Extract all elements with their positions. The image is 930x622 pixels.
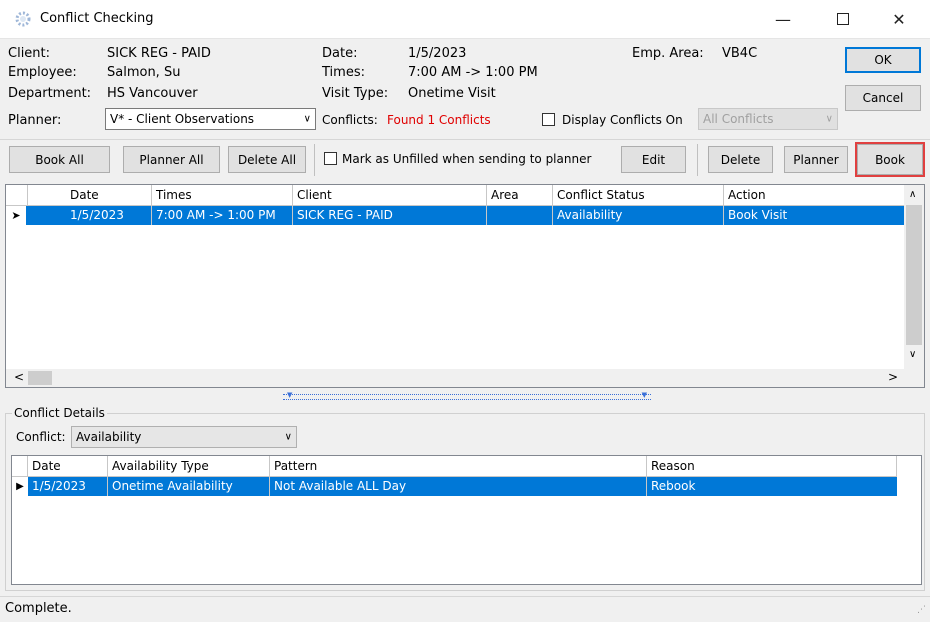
table-row[interactable]: 1/5/2023 7:00 AM -> 1:00 PM SICK REG - P… — [26, 206, 904, 225]
delete-all-button[interactable]: Delete All — [228, 146, 306, 173]
details-cell-reason: Rebook — [651, 479, 696, 493]
display-conflicts-label: Display Conflicts On — [562, 113, 683, 127]
scroll-right-icon[interactable]: > — [888, 370, 898, 384]
department-value: HS Vancouver — [107, 86, 198, 101]
minimize-icon: — — [775, 9, 791, 29]
details-grid-header: Date Availability Type Pattern Reason — [12, 456, 897, 477]
status-bar: Complete. ⋰ — [0, 596, 930, 622]
status-text: Complete. — [5, 601, 72, 616]
mark-unfilled-checkbox[interactable] — [324, 152, 337, 165]
scrollbar-thumb[interactable] — [906, 205, 922, 345]
book-button[interactable]: Book — [855, 142, 925, 177]
details-column-header-pattern[interactable]: Pattern — [270, 456, 647, 476]
minimize-button[interactable]: — — [760, 0, 806, 38]
splitter-arrow-icon: ▼ — [641, 391, 647, 399]
conflict-details-title: Conflict Details — [12, 406, 107, 420]
conflicts-grid: Date Times Client Area Conflict Status A… — [5, 184, 925, 388]
scroll-up-icon[interactable]: ∧ — [909, 189, 916, 200]
cell-client: SICK REG - PAID — [293, 206, 487, 225]
planner-select[interactable]: V* - Client Observations ∨ — [105, 108, 316, 130]
display-conflicts-checkbox[interactable] — [542, 113, 555, 126]
scroll-left-icon[interactable]: < — [14, 370, 24, 384]
details-column-header-date[interactable]: Date — [28, 456, 108, 476]
cell-action: Book Visit — [728, 208, 788, 222]
close-icon: ✕ — [892, 9, 906, 29]
display-conflicts-select[interactable]: All Conflicts ∨ — [698, 108, 838, 130]
conflict-filter-value: Availability — [76, 430, 142, 444]
emp-area-value: VB4C — [722, 46, 758, 61]
cell-area — [487, 206, 553, 225]
conflicts-count: Found 1 Conflicts — [387, 113, 491, 127]
scroll-down-icon[interactable]: ∨ — [909, 349, 916, 360]
details-column-header-reason[interactable]: Reason — [647, 456, 897, 476]
visit-type-value: Onetime Visit — [408, 86, 496, 101]
cell-times: 7:00 AM -> 1:00 PM — [152, 206, 293, 225]
details-grid: Date Availability Type Pattern Reason ▶ … — [11, 455, 922, 585]
splitter-handle[interactable]: ▼ ▼ — [283, 391, 651, 400]
current-row-indicator-icon: ➤ — [6, 206, 26, 225]
row-indicator-header — [6, 185, 28, 205]
column-header-action[interactable]: Action — [724, 185, 904, 205]
current-row-indicator-icon: ▶ — [12, 477, 28, 496]
chevron-down-icon: ∨ — [825, 113, 833, 125]
column-header-date[interactable]: Date — [66, 185, 152, 205]
close-button[interactable]: ✕ — [876, 0, 922, 38]
planner-button[interactable]: Planner — [784, 146, 848, 173]
column-header-times[interactable]: Times — [152, 185, 293, 205]
splitter-arrow-icon: ▼ — [287, 391, 293, 399]
planner-select-value: V* - Client Observations — [110, 112, 255, 126]
date-label: Date: — [322, 46, 358, 61]
chevron-down-icon: ∨ — [303, 113, 311, 125]
resize-grip-icon[interactable]: ⋰ — [917, 605, 926, 615]
mark-unfilled-label: Mark as Unfilled when sending to planner — [342, 152, 592, 166]
planner-all-button[interactable]: Planner All — [123, 146, 220, 173]
cell-conflict-status: Availability — [553, 206, 724, 225]
client-label: Client: — [8, 46, 51, 61]
date-value: 1/5/2023 — [408, 46, 467, 61]
visit-type-label: Visit Type: — [322, 86, 389, 101]
delete-button[interactable]: Delete — [708, 146, 773, 173]
vertical-scrollbar[interactable]: ∧ ∨ — [904, 185, 924, 369]
column-header-conflict-status[interactable]: Conflict Status — [553, 185, 724, 205]
details-cell-date: 1/5/2023 — [28, 477, 108, 496]
details-table-row[interactable]: 1/5/2023 Onetime Availability Not Availa… — [28, 477, 897, 496]
maximize-icon — [837, 13, 849, 25]
hscrollbar-thumb[interactable] — [28, 371, 52, 385]
times-label: Times: — [322, 65, 365, 80]
spacer-header — [28, 185, 66, 205]
row-spacer — [26, 206, 66, 225]
toolbar-separator — [697, 144, 698, 176]
conflicts-label: Conflicts: — [322, 113, 378, 127]
maximize-button[interactable] — [820, 0, 866, 38]
grid-header: Date Times Client Area Conflict Status A… — [6, 185, 904, 206]
employee-label: Employee: — [8, 65, 77, 80]
conflict-filter-select[interactable]: Availability ∨ — [71, 426, 297, 448]
edit-button[interactable]: Edit — [621, 146, 686, 173]
ok-button[interactable]: OK — [845, 47, 921, 73]
conflict-filter-label: Conflict: — [16, 430, 66, 444]
planner-label: Planner: — [8, 113, 62, 128]
details-column-header-availability-type[interactable]: Availability Type — [108, 456, 270, 476]
toolbar-separator — [314, 144, 315, 176]
row-indicator-header — [12, 456, 28, 476]
window-title: Conflict Checking — [40, 11, 154, 26]
details-cell-availability-type: Onetime Availability — [108, 477, 270, 496]
display-conflicts-select-value: All Conflicts — [703, 112, 774, 126]
title-bar: Conflict Checking — ✕ — [0, 0, 930, 39]
divider — [0, 139, 930, 140]
employee-value: Salmon, Su — [107, 65, 181, 80]
cancel-button[interactable]: Cancel — [845, 85, 921, 111]
column-header-client[interactable]: Client — [293, 185, 487, 205]
horizontal-scrollbar[interactable]: < > — [6, 369, 924, 387]
gear-app-icon — [15, 11, 31, 27]
times-value: 7:00 AM -> 1:00 PM — [408, 65, 538, 80]
cell-date: 1/5/2023 — [66, 206, 152, 225]
emp-area-label: Emp. Area: — [632, 46, 704, 61]
department-label: Department: — [8, 86, 92, 101]
chevron-down-icon: ∨ — [284, 431, 292, 443]
details-cell-pattern: Not Available ALL Day — [270, 477, 647, 496]
client-value: SICK REG - PAID — [107, 46, 211, 61]
book-all-button[interactable]: Book All — [9, 146, 110, 173]
column-header-area[interactable]: Area — [487, 185, 553, 205]
